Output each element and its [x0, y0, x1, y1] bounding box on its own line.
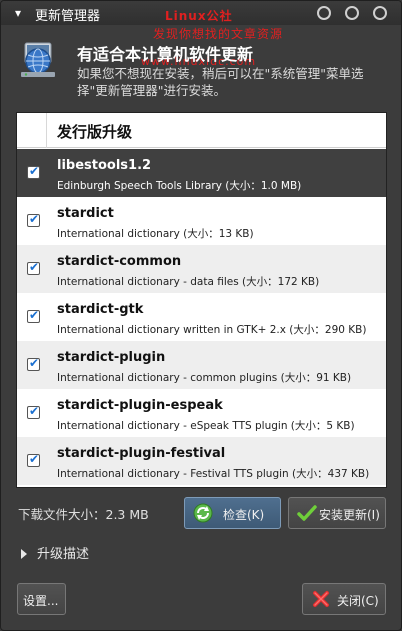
- expander-arrow-icon: [21, 548, 27, 559]
- download-size-label: 下载文件大小：2.3 MB: [18, 507, 149, 522]
- window-menu-icon[interactable]: ▾: [9, 4, 27, 22]
- checkmark-icon: [297, 505, 317, 521]
- window-title: 更新管理器: [35, 9, 101, 24]
- package-description: International dictionary - eSpeak TTS pl…: [57, 420, 355, 432]
- list-item[interactable]: ✔ stardict-plugin International dictiona…: [17, 341, 386, 389]
- list-item[interactable]: ✔ libestools1.2 Edinburgh Speech Tools L…: [17, 149, 386, 197]
- watermark-subtext: 发现你想找的文章资源: [153, 27, 284, 41]
- update-checkbox[interactable]: ✔: [27, 404, 40, 419]
- update-checkbox[interactable]: ✔: [27, 356, 40, 371]
- settings-button-label: 设置...: [23, 594, 59, 608]
- close-icon: [313, 591, 329, 607]
- list-item[interactable]: ✔ stardict International dictionary (大小：…: [17, 197, 386, 245]
- package-description: Edinburgh Speech Tools Library (大小：1.0 M…: [57, 180, 302, 192]
- list-column-header[interactable]: 发行版升级: [17, 113, 386, 148]
- package-description: International dictionary (大小：13 KB): [57, 228, 254, 240]
- checkmark-icon: ✔: [29, 260, 40, 274]
- package-name: stardict-plugin: [57, 350, 166, 365]
- list-item[interactable]: ✔ stardict-plugin-espeak International d…: [17, 389, 386, 437]
- column-header-label: 发行版升级: [57, 123, 133, 141]
- checkmark-icon: ✔: [29, 452, 40, 466]
- package-description: International dictionary - common plugin…: [57, 372, 352, 384]
- close-window-button[interactable]: [373, 6, 387, 20]
- update-manager-window: ▾ 更新管理器 Linux公社 发现你想找的文章资源 www.linuxidc.…: [0, 0, 402, 631]
- update-checkbox[interactable]: ✔: [27, 452, 40, 467]
- check-button-label: 检查(K): [223, 508, 265, 522]
- package-name: stardict-plugin-espeak: [57, 398, 223, 413]
- update-checkbox[interactable]: ✔: [27, 212, 40, 227]
- checkmark-icon: ✔: [29, 404, 40, 418]
- update-checkbox[interactable]: ✔: [27, 164, 40, 179]
- install-updates-button[interactable]: 安装更新(I): [288, 497, 386, 529]
- package-name: stardict-plugin-festival: [57, 446, 226, 461]
- upgrade-description-expander[interactable]: 升级描述: [21, 543, 90, 562]
- package-name: stardict: [57, 206, 114, 221]
- checkmark-icon: ✔: [29, 212, 40, 226]
- update-checkbox[interactable]: ✔: [27, 308, 40, 323]
- close-button-label: 关闭(C): [337, 594, 379, 608]
- column-divider: [46, 113, 47, 148]
- expander-label: 升级描述: [37, 547, 90, 562]
- checkmark-icon: ✔: [29, 164, 40, 178]
- package-description: International dictionary - Festival TTS …: [57, 468, 370, 480]
- package-description: International dictionary written in GTK+…: [57, 324, 367, 336]
- install-button-label: 安装更新(I): [319, 508, 380, 522]
- package-name: stardict-gtk: [57, 302, 144, 317]
- package-name: libestools1.2: [57, 158, 152, 173]
- update-checkbox[interactable]: ✔: [27, 260, 40, 275]
- package-description: International dictionary - data files (大…: [57, 276, 320, 288]
- minimize-button[interactable]: [317, 6, 331, 20]
- check-button[interactable]: 检查(K): [184, 497, 281, 529]
- network-globe-icon: [21, 42, 55, 77]
- checkmark-icon: ✔: [29, 308, 40, 322]
- watermark-text: Linux公社: [165, 9, 233, 23]
- list-item[interactable]: ✔ stardict-gtk International dictionary …: [17, 293, 386, 341]
- package-name: stardict-common: [57, 254, 182, 269]
- instructions-text: 如果您不想现在安装，稍后可以在"系统管理"菜单选择"更新管理器"进行安装。: [77, 66, 364, 98]
- list-item[interactable]: ✔ stardict-common International dictiona…: [17, 245, 386, 293]
- close-button[interactable]: 关闭(C): [302, 583, 386, 615]
- update-list[interactable]: 发行版升级 ✔ libestools1.2 Edinburgh Speech T…: [16, 112, 387, 488]
- list-item[interactable]: ✔ stardict-plugin-festival International…: [17, 437, 386, 485]
- settings-button[interactable]: 设置...: [17, 583, 66, 615]
- maximize-button[interactable]: [345, 6, 359, 20]
- checkmark-icon: ✔: [29, 356, 40, 370]
- refresh-icon: [193, 503, 213, 523]
- headline: 有适合本计算机软件更新: [77, 45, 254, 64]
